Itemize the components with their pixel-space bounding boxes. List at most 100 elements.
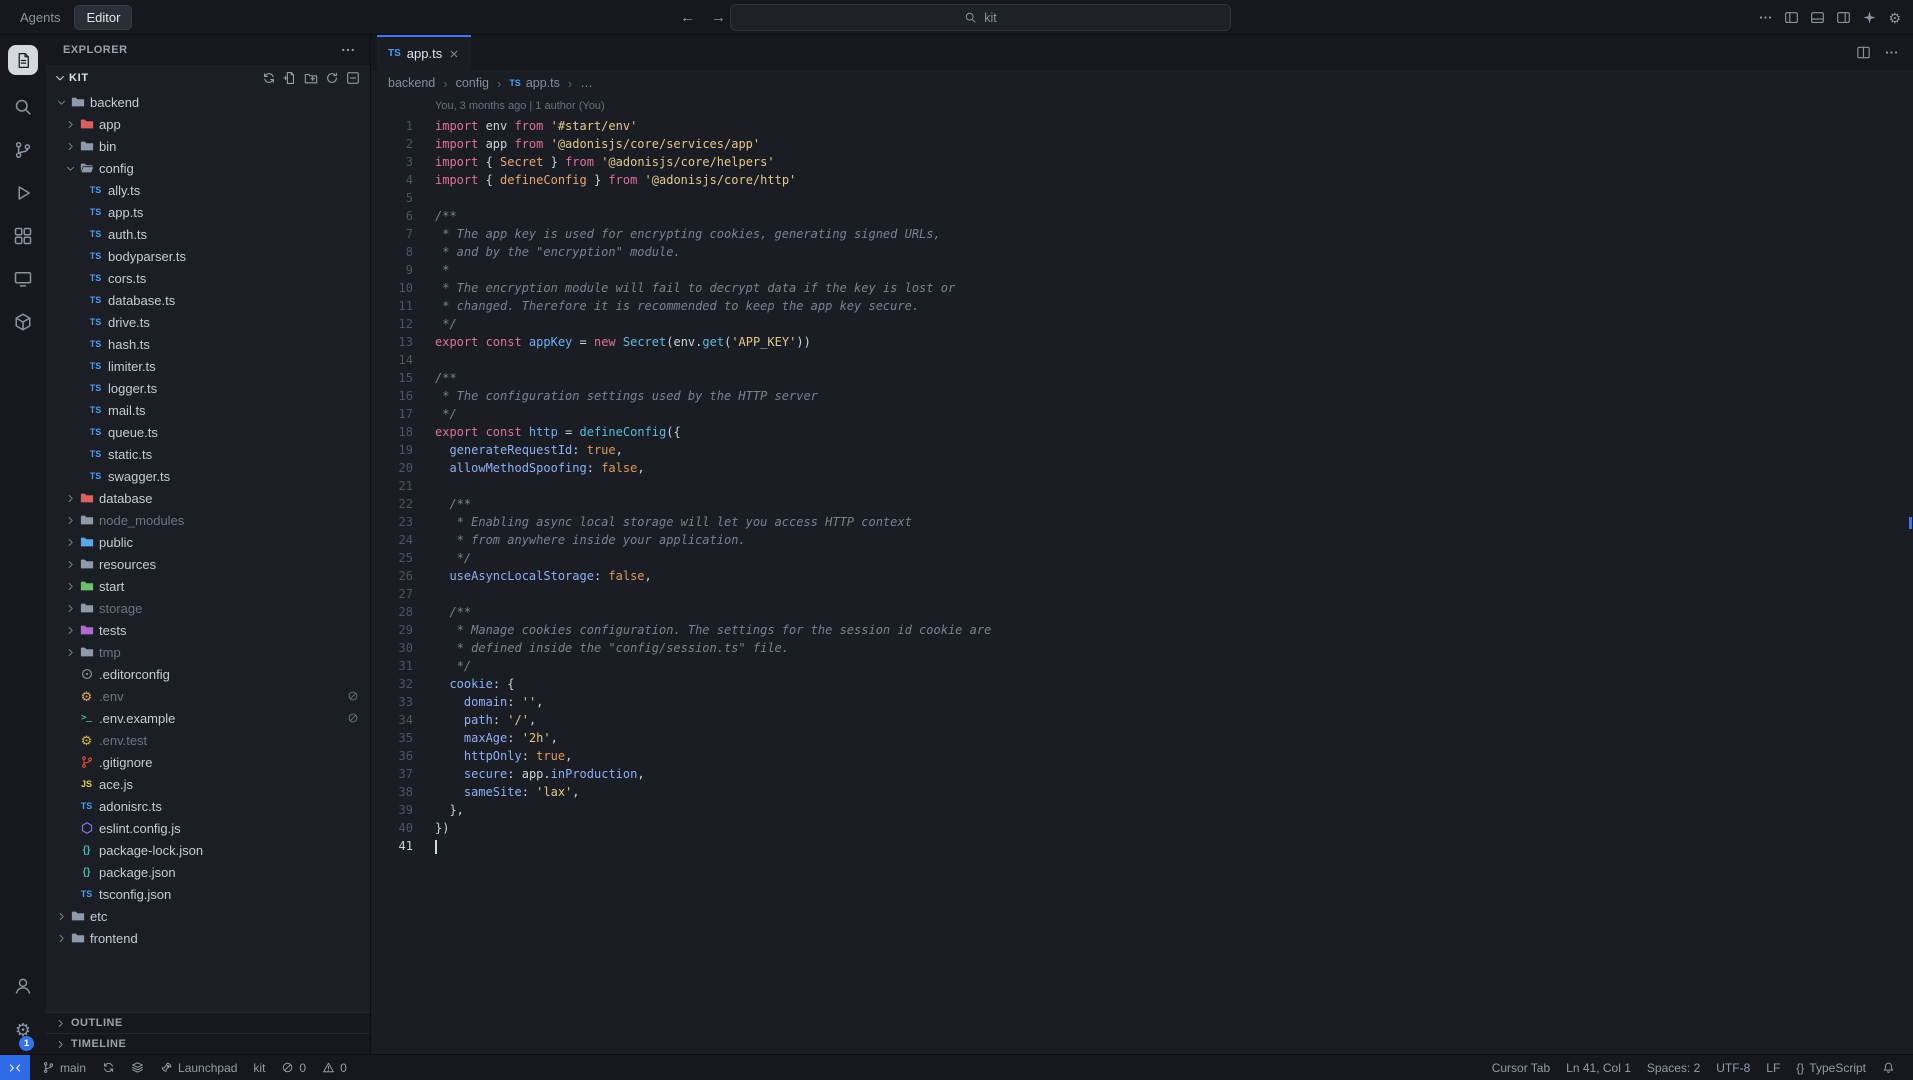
tree-item-adonisrc-ts[interactable]: TSadonisrc.ts <box>46 795 370 817</box>
new-file-icon[interactable] <box>283 71 297 85</box>
tree-item-hash-ts[interactable]: TShash.ts <box>46 333 370 355</box>
breadcrumb-item[interactable]: backend <box>388 76 435 90</box>
layout-left-icon[interactable] <box>1784 10 1799 25</box>
tree-item-etc[interactable]: etc <box>46 905 370 927</box>
code-line[interactable]: 6/** <box>371 207 1913 225</box>
status-sync[interactable] <box>94 1055 123 1080</box>
code-line[interactable]: 9 * <box>371 261 1913 279</box>
activity-explorer[interactable] <box>8 45 38 75</box>
code-line[interactable]: 22 /** <box>371 495 1913 513</box>
code-line[interactable]: 11 * changed. Therefore it is recommende… <box>371 297 1913 315</box>
ellipsis-icon[interactable] <box>1758 10 1773 25</box>
tree-item-tmp[interactable]: tmp <box>46 641 370 663</box>
gear-icon[interactable]: ⚙ <box>1888 11 1901 25</box>
tree-item-start[interactable]: start <box>46 575 370 597</box>
sync-icon[interactable] <box>262 71 276 85</box>
tree-item-static-ts[interactable]: TSstatic.ts <box>46 443 370 465</box>
breadcrumb-item[interactable]: config <box>456 76 489 90</box>
editor-mode-button[interactable]: Editor <box>74 5 132 30</box>
tree-item-backend[interactable]: backend <box>46 91 370 113</box>
code-line[interactable]: 25 */ <box>371 549 1913 567</box>
tab-app-ts[interactable]: TS app.ts <box>377 35 471 70</box>
code-line[interactable]: 14 <box>371 351 1913 369</box>
code-line[interactable]: 39 }, <box>371 801 1913 819</box>
code-line[interactable]: 2import app from '@adonisjs/core/service… <box>371 135 1913 153</box>
status-launchpad[interactable]: Launchpad <box>152 1055 245 1080</box>
close-tab-icon[interactable] <box>448 48 460 60</box>
code-line[interactable]: 17 */ <box>371 405 1913 423</box>
tree-item--gitignore[interactable]: .gitignore <box>46 751 370 773</box>
tree-item-database-ts[interactable]: TSdatabase.ts <box>46 289 370 311</box>
status-utf-8[interactable]: UTF-8 <box>1708 1055 1758 1080</box>
tree-item-package-lock-json[interactable]: {}package-lock.json <box>46 839 370 861</box>
status-spaces-2[interactable]: Spaces: 2 <box>1639 1055 1708 1080</box>
tree-item-app[interactable]: app <box>46 113 370 135</box>
tree-item-package-json[interactable]: {}package.json <box>46 861 370 883</box>
status-typescript[interactable]: {}TypeScript <box>1788 1055 1874 1080</box>
code-line[interactable]: 15/** <box>371 369 1913 387</box>
code-line[interactable]: 41 <box>371 837 1913 855</box>
status-0[interactable]: 0 <box>314 1055 355 1080</box>
tree-item--env[interactable]: ⚙.env <box>46 685 370 707</box>
status-ln-41-col-1[interactable]: Ln 41, Col 1 <box>1558 1055 1639 1080</box>
project-root-kit[interactable]: KIT <box>46 65 370 91</box>
status-lf[interactable]: LF <box>1758 1055 1788 1080</box>
activity-search[interactable] <box>11 96 35 118</box>
tree-item-config[interactable]: config <box>46 157 370 179</box>
code-line[interactable]: 8 * and by the "encryption" module. <box>371 243 1913 261</box>
code-line[interactable]: 40}) <box>371 819 1913 837</box>
git-blame-annotation[interactable]: You, 3 months ago | 1 author (You) <box>435 100 605 112</box>
code-line[interactable]: 26 useAsyncLocalStorage: false, <box>371 567 1913 585</box>
back-button[interactable]: ← <box>680 9 695 26</box>
tree-item-cors-ts[interactable]: TScors.ts <box>46 267 370 289</box>
refresh-icon[interactable] <box>325 71 339 85</box>
code-line[interactable]: 5 <box>371 189 1913 207</box>
code-line[interactable]: 28 /** <box>371 603 1913 621</box>
code-line[interactable]: 32 cookie: { <box>371 675 1913 693</box>
activity-source-control[interactable] <box>11 139 35 161</box>
explorer-more-icon[interactable] <box>340 42 356 58</box>
remote-indicator[interactable] <box>0 1055 30 1080</box>
tree-item-logger-ts[interactable]: TSlogger.ts <box>46 377 370 399</box>
tree-item-drive-ts[interactable]: TSdrive.ts <box>46 311 370 333</box>
status-cursor-tab[interactable]: Cursor Tab <box>1484 1055 1558 1080</box>
tree-item-bin[interactable]: bin <box>46 135 370 157</box>
tree-item-auth-ts[interactable]: TSauth.ts <box>46 223 370 245</box>
code-line[interactable]: 29 * Manage cookies configuration. The s… <box>371 621 1913 639</box>
code-line[interactable]: 16 * The configuration settings used by … <box>371 387 1913 405</box>
code-line[interactable]: 30 * defined inside the "config/session.… <box>371 639 1913 657</box>
activity-extensions[interactable] <box>11 225 35 247</box>
tree-item-limiter-ts[interactable]: TSlimiter.ts <box>46 355 370 377</box>
collapse-all-icon[interactable] <box>346 71 360 85</box>
tree-item-storage[interactable]: storage <box>46 597 370 619</box>
tree-item--env-example[interactable]: >_.env.example <box>46 707 370 729</box>
activity-account[interactable] <box>11 975 35 997</box>
sparkle-icon[interactable] <box>1862 10 1877 25</box>
tree-item-frontend[interactable]: frontend <box>46 927 370 949</box>
code-line[interactable]: 36 httpOnly: true, <box>371 747 1913 765</box>
outline-section[interactable]: OUTLINE <box>46 1012 370 1033</box>
new-folder-icon[interactable] <box>304 71 318 85</box>
split-editor-icon[interactable] <box>1856 45 1871 60</box>
code-line[interactable]: 10 * The encryption module will fail to … <box>371 279 1913 297</box>
code-line[interactable]: 3import { Secret } from '@adonisjs/core/… <box>371 153 1913 171</box>
code-line[interactable]: 4import { defineConfig } from '@adonisjs… <box>371 171 1913 189</box>
code-line[interactable]: 21 <box>371 477 1913 495</box>
agents-mode-button[interactable]: Agents <box>14 7 66 28</box>
code-line[interactable]: 34 path: '/', <box>371 711 1913 729</box>
activity-remote-explorer[interactable] <box>11 268 35 290</box>
timeline-section[interactable]: TIMELINE <box>46 1033 370 1054</box>
tree-item-queue-ts[interactable]: TSqueue.ts <box>46 421 370 443</box>
code-line[interactable]: 20 allowMethodSpoofing: false, <box>371 459 1913 477</box>
tree-item--env-test[interactable]: ⚙.env.test <box>46 729 370 751</box>
code-line[interactable]: 13export const appKey = new Secret(env.g… <box>371 333 1913 351</box>
code-line[interactable]: 7 * The app key is used for encrypting c… <box>371 225 1913 243</box>
code-line[interactable]: 1import env from '#start/env' <box>371 117 1913 135</box>
code-line[interactable]: 37 secure: app.inProduction, <box>371 765 1913 783</box>
status-kit[interactable]: kit <box>245 1055 273 1080</box>
status-bell[interactable] <box>1874 1055 1903 1080</box>
code-line[interactable]: 33 domain: '', <box>371 693 1913 711</box>
tree-item-tests[interactable]: tests <box>46 619 370 641</box>
activity-cube[interactable] <box>11 311 35 333</box>
status-layers[interactable] <box>123 1055 152 1080</box>
